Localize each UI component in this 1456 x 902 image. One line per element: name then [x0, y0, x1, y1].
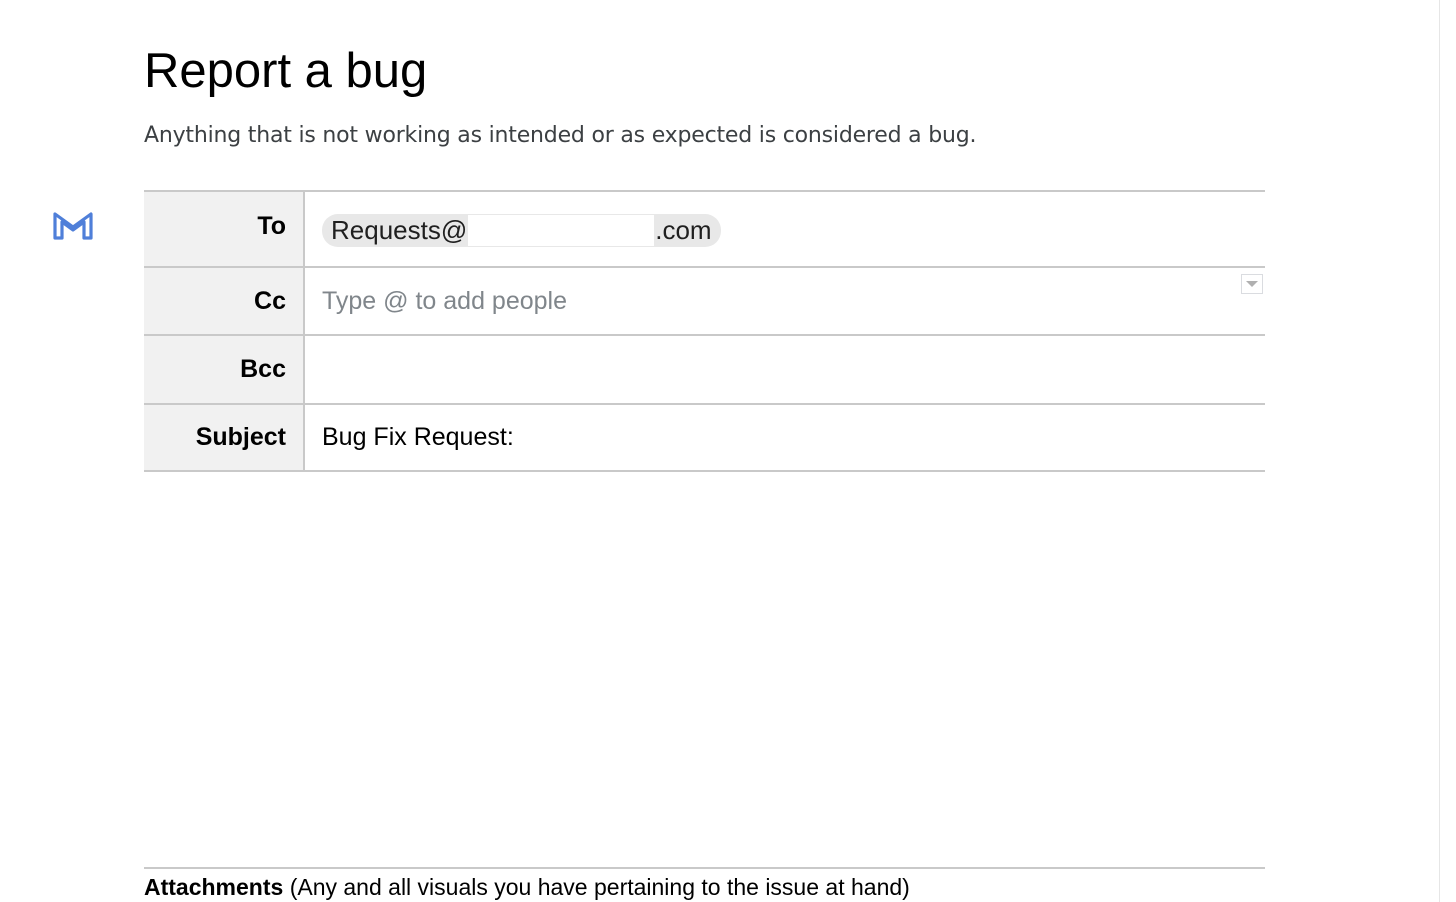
cc-placeholder: Type @ to add people	[322, 286, 567, 315]
page-subtitle: Anything that is not working as intended…	[144, 123, 977, 148]
to-row: To Requests@ .com	[144, 190, 1265, 268]
attachments-label: Attachments	[144, 874, 284, 900]
chevron-down-icon[interactable]	[1241, 274, 1263, 294]
bcc-row: Bcc	[144, 334, 1265, 405]
to-field[interactable]: Requests@ .com	[304, 190, 1265, 268]
subject-row: Subject Bug Fix Request:	[144, 403, 1265, 472]
subject-label: Subject	[144, 403, 305, 472]
page-edge-divider	[1439, 0, 1440, 902]
document-page: Report a bug Anything that is not workin…	[0, 0, 1456, 902]
recipient-suffix: .com	[655, 215, 712, 245]
attachments-heading: Attachments (Any and all visuals you hav…	[144, 867, 1265, 901]
email-draft-chip: To Requests@ .com Cc Type @ to add peopl…	[144, 190, 1265, 472]
cc-field[interactable]: Type @ to add people	[304, 266, 1265, 336]
cc-label: Cc	[144, 266, 305, 336]
redacted-domain	[468, 215, 655, 246]
recipient-chip[interactable]: Requests@ .com	[322, 214, 721, 247]
cc-row: Cc Type @ to add people	[144, 266, 1265, 336]
page-title: Report a bug	[144, 44, 428, 98]
to-label: To	[144, 190, 305, 268]
bcc-label: Bcc	[144, 334, 305, 405]
recipient-prefix: Requests@	[331, 215, 468, 245]
attachments-note: (Any and all visuals you have pertaining…	[289, 874, 910, 900]
subject-field[interactable]: Bug Fix Request:	[304, 403, 1265, 472]
gmail-icon[interactable]	[50, 205, 96, 245]
bcc-field[interactable]	[304, 334, 1265, 405]
